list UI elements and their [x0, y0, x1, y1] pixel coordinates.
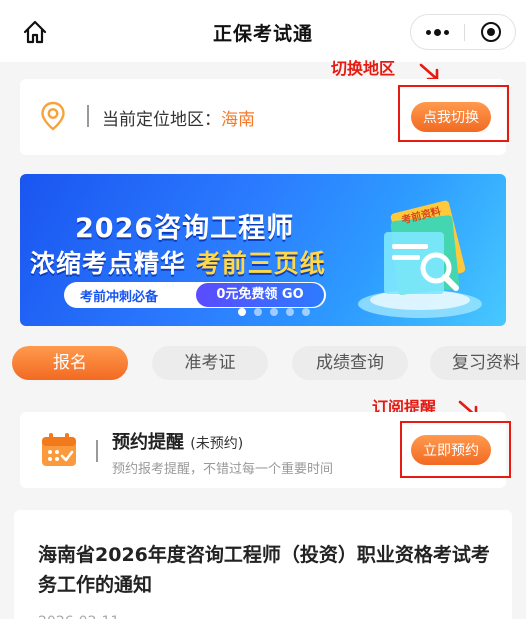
banner-headline: 2026咨询工程师: [75, 213, 295, 244]
reminder-status: (未预约): [190, 436, 244, 452]
tab-admission-ticket[interactable]: 准考证: [152, 346, 268, 380]
reminder-description: 预约报考提醒，不错过每一个重要时间: [112, 462, 334, 477]
location-value: 海南: [221, 110, 255, 130]
location-pin-icon: [41, 101, 65, 131]
capsule-divider: [464, 24, 465, 41]
tab-score-query[interactable]: 成绩查询: [292, 346, 408, 380]
switch-button-highlight: [398, 85, 509, 142]
carousel-dots: [238, 308, 310, 316]
switch-region-annotation: 切换地区: [331, 59, 396, 78]
carousel-dot[interactable]: [270, 308, 278, 316]
study-materials-illustration: 考前资料: [358, 200, 482, 318]
carousel-dot[interactable]: [302, 308, 310, 316]
notice-title[interactable]: 海南省2026年度咨询工程师（投资）职业资格考试考务工作的通知: [38, 540, 494, 600]
divider: [87, 105, 89, 127]
banner-cta[interactable]: 考前冲刺必备 0元免费领 GO: [64, 282, 326, 308]
calendar-icon: [42, 433, 76, 466]
book-button-highlight: [400, 421, 511, 478]
banner-subheadline: 浓缩考点精华 考前三页纸: [30, 249, 326, 278]
carousel-dot[interactable]: [238, 308, 246, 316]
promo-banner[interactable]: 2026咨询工程师 浓缩考点精华 考前三页纸 考前冲刺必备 0元免费领 GO 考…: [20, 174, 506, 326]
free-claim-button[interactable]: 0元免费领 GO: [196, 283, 324, 307]
mini-program-capsule: [410, 14, 516, 50]
tab-review-materials[interactable]: 复习资料: [430, 346, 526, 380]
more-options-icon[interactable]: [411, 15, 464, 49]
carousel-dot[interactable]: [254, 308, 262, 316]
carousel-dot[interactable]: [286, 308, 294, 316]
tab-registration[interactable]: 报名: [12, 346, 128, 380]
divider: [96, 440, 98, 462]
location-label: 当前定位地区：海南: [102, 110, 255, 130]
banner-cta-label: 考前冲刺必备: [80, 290, 159, 305]
notice-date: 2026-02-11: [38, 614, 119, 619]
nav-bar: 正保考试通: [0, 0, 526, 62]
reminder-title: 预约提醒 (未预约): [112, 432, 244, 453]
close-mini-program-icon[interactable]: [481, 22, 501, 42]
notice-card[interactable]: 海南省2026年度咨询工程师（投资）职业资格考试考务工作的通知 2026-02-…: [14, 510, 512, 619]
